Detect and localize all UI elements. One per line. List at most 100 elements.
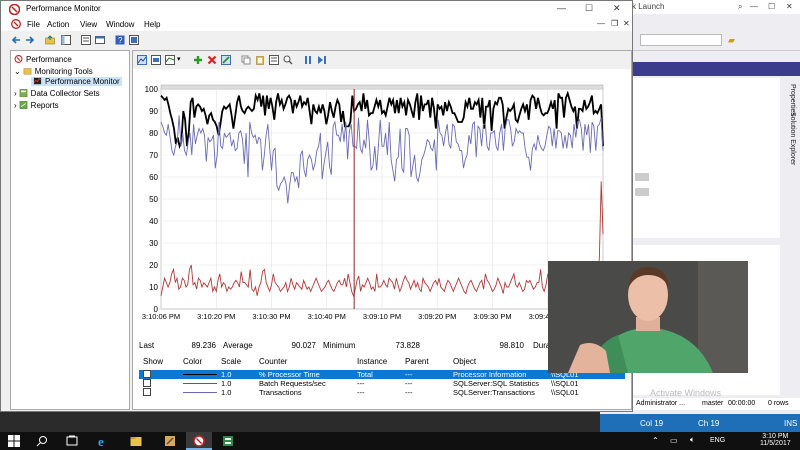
x-tick-label: 3:10:40 PM (308, 312, 346, 321)
close-icon[interactable]: ✕ (786, 2, 793, 11)
view-current-activity-icon[interactable] (137, 55, 147, 65)
maximize-icon[interactable]: ☐ (768, 2, 775, 11)
cell-parent: --- (405, 379, 413, 388)
show-hide-tree-icon[interactable] (61, 35, 71, 45)
tree-label: Data Collector Sets (30, 89, 100, 98)
menu-file[interactable]: File (27, 20, 40, 29)
start-icon[interactable] (8, 435, 20, 447)
tree-item-reports[interactable]: › Reports (14, 101, 59, 110)
clock[interactable]: 3:10 PM 11/5/2017 (760, 433, 791, 447)
volume-icon[interactable]: 🔈︎ (690, 435, 695, 445)
side-tab-solution-explorer[interactable]: Solution Explorer (789, 112, 796, 165)
col-counter[interactable]: Counter (259, 357, 287, 366)
internet-explorer-icon[interactable]: e (98, 435, 110, 447)
minimize-icon[interactable]: — (557, 3, 566, 13)
delete-counter-icon[interactable] (207, 55, 217, 65)
freeze-display-icon[interactable] (303, 55, 313, 65)
properties-icon[interactable] (269, 55, 279, 65)
checkbox-icon[interactable] (143, 370, 151, 378)
mdi-restore-icon[interactable]: ❐ (611, 19, 618, 28)
chevron-right-icon[interactable]: › (14, 89, 17, 98)
highlight-icon[interactable] (221, 55, 231, 65)
up-folder-icon[interactable] (45, 35, 55, 45)
task-view-icon[interactable] (66, 435, 78, 447)
tools-icon[interactable] (164, 435, 176, 447)
cell-counter: Batch Requests/sec (259, 379, 326, 388)
maximize-icon[interactable]: ☐ (585, 3, 593, 14)
tree-item-data-collector-sets[interactable]: › Data Collector Sets (14, 89, 100, 98)
checkbox-icon[interactable] (143, 379, 151, 387)
y-tick-label: 20 (149, 261, 158, 270)
tray-chevron-up-icon[interactable]: ⌃ (652, 436, 659, 445)
title-bar: Performance Monitor — ☐ ✕ (1, 1, 632, 17)
forward-arrow-icon[interactable] (25, 35, 35, 45)
background-title: k Launch (632, 2, 665, 11)
network-icon[interactable]: ▭ (670, 436, 678, 445)
stat-maximum-value: 98.810 (499, 341, 524, 350)
menu-action[interactable]: Action (47, 20, 69, 29)
y-tick-label: 30 (149, 239, 158, 248)
reports-icon (19, 101, 28, 109)
col-parent[interactable]: Parent (405, 357, 429, 366)
file-explorer-icon[interactable] (130, 435, 142, 447)
performance-icon (14, 55, 23, 63)
search-icon[interactable] (36, 435, 48, 447)
copy-properties-icon[interactable] (241, 55, 251, 65)
status-time: 00:00:00 (728, 400, 756, 407)
x-tick-label: 3:09:30 PM (473, 312, 511, 321)
search-icon[interactable]: ⌕ (738, 2, 742, 12)
performance-monitor-icon (193, 435, 205, 447)
table-row[interactable]: 1.0 Transactions --- --- SQLServer:Trans… (139, 388, 625, 397)
change-graph-type-icon[interactable] (165, 55, 175, 65)
y-axis-ticks: 0102030405060708090100 (145, 85, 159, 314)
x-tick-label: 3:10:20 PM (197, 312, 235, 321)
chevron-down-icon[interactable]: ▾ (177, 55, 181, 63)
status-user: Administrator ... (636, 400, 686, 407)
properties-icon[interactable] (81, 35, 91, 45)
col-show[interactable]: Show (143, 357, 163, 366)
menu-help[interactable]: Help (144, 20, 160, 29)
back-arrow-icon[interactable] (11, 35, 21, 45)
tree-item-performance-monitor[interactable]: Performance Monitor (31, 77, 122, 86)
menu-window[interactable]: Window (106, 20, 134, 29)
close-icon[interactable]: ✕ (613, 3, 621, 14)
add-counter-icon[interactable] (193, 55, 203, 65)
col-scale[interactable]: Scale (221, 357, 241, 366)
menu-bar: File Action View Window Help — ❐ ✕ (1, 17, 632, 31)
y-tick-label: 40 (149, 217, 158, 226)
taskbar-performance-monitor[interactable] (186, 432, 212, 450)
window-title: Performance Monitor (26, 4, 101, 13)
stat-last-label: Last (139, 341, 155, 350)
background-combo[interactable] (640, 34, 722, 46)
view-log-data-icon[interactable] (151, 55, 161, 65)
tree-item-performance[interactable]: Performance (14, 55, 72, 64)
minimize-icon[interactable]: — (750, 2, 758, 11)
update-data-icon[interactable] (317, 55, 327, 65)
menu-view[interactable]: View (80, 20, 97, 29)
server-manager-icon[interactable] (222, 435, 234, 447)
mdi-minimize-icon[interactable]: — (597, 19, 605, 28)
new-window-icon[interactable] (95, 35, 105, 45)
zoom-icon[interactable] (283, 55, 293, 65)
app-menu-icon[interactable] (11, 19, 21, 29)
cell-parent: --- (405, 388, 413, 397)
table-row[interactable]: 1.0 Batch Requests/sec --- --- SQLServer… (139, 379, 625, 388)
tree-item-monitoring-tools[interactable]: ⌄ Monitoring Tools (14, 67, 93, 76)
checkbox-icon[interactable] (143, 388, 151, 396)
graph-gridlines (160, 84, 604, 310)
paste-counter-list-icon[interactable] (255, 55, 265, 65)
status-db: master (702, 400, 724, 407)
chevron-right-icon[interactable]: › (14, 101, 17, 110)
mdi-close-icon[interactable]: ✕ (623, 19, 630, 28)
small-box-icon (635, 188, 649, 196)
col-instance[interactable]: Instance (357, 357, 387, 366)
cell-instance: --- (357, 388, 365, 397)
folder-icon[interactable]: ▰ (728, 35, 735, 46)
language-indicator[interactable]: ENG (710, 437, 725, 444)
chevron-down-icon[interactable]: ⌄ (14, 67, 21, 76)
col-object[interactable]: Object (453, 357, 476, 366)
help-icon[interactable]: ? (115, 35, 125, 45)
console-icon[interactable] (129, 35, 139, 45)
folder-icon (23, 68, 32, 75)
col-color[interactable]: Color (183, 357, 202, 366)
